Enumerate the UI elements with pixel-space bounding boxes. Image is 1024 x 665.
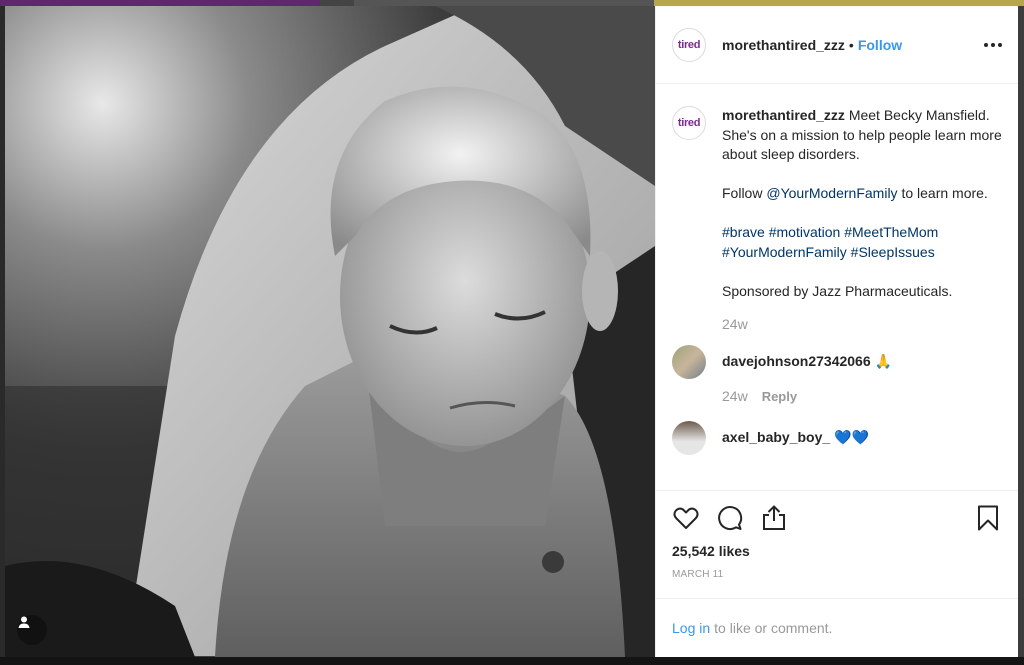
heart-icon[interactable] [672,504,700,532]
comment-meta: 24w Reply [722,387,892,407]
login-text: to like or comment. [714,620,833,637]
caption-avatar[interactable]: tired [672,106,706,141]
caption-follow-suffix: to learn more. [897,185,988,202]
page: tired morethantired_zzz • Follow tired m… [0,0,1024,665]
login-prompt: Log in to like or comment. [656,598,1018,657]
commenter-avatar[interactable] [672,344,706,379]
caption-item: tired morethantired_zzz Meet Becky Mansf… [672,106,1002,335]
hashtag-link[interactable]: #MeetTheMom [844,224,938,240]
post-actions: 25,542 likes MARCH 11 [656,490,1018,580]
comment-text: 💙💙 [834,428,869,445]
hashtag-link[interactable]: #YourModernFamily [722,244,847,260]
mention-link[interactable]: @YourModernFamily [766,185,897,201]
user-tag-icon[interactable] [17,615,47,645]
caption-age[interactable]: 24w [722,315,748,335]
author-avatar[interactable]: tired [672,27,706,62]
header-separator: • [848,36,854,53]
author-username[interactable]: morethantired_zzz [722,37,845,53]
sponsor-text: Sponsored by Jazz Pharmaceuticals. [722,282,953,299]
hashtag-link[interactable]: #motivation [769,224,841,240]
comment-item: davejohnson27342066 🙏 24w Reply [672,344,1002,407]
comments-list[interactable]: tired morethantired_zzz Meet Becky Mansf… [656,84,1018,490]
caption-body: morethantired_zzz Meet Becky Mansfield. … [722,106,1002,335]
hashtag-list: #brave #motivation #MeetTheMom #YourMode… [722,223,1002,262]
like-count[interactable]: 25,542 likes [672,543,1002,559]
post-side-panel: tired morethantired_zzz • Follow tired m… [655,6,1018,657]
background-side [1018,6,1024,657]
hashtag-link[interactable]: #SleepIssues [851,244,935,260]
commenter-username[interactable]: axel_baby_boy_ [722,429,830,445]
comment-item: axel_baby_boy_ 💙💙 [672,420,1002,455]
caption-username[interactable]: morethantired_zzz [722,107,845,123]
commenter-avatar[interactable] [672,420,706,455]
caption-meta: 24w [722,315,1002,335]
logo-text: tired [677,38,701,51]
post-photo[interactable] [5,6,655,657]
photo-image [5,6,655,657]
comment-body: axel_baby_boy_ 💙💙 [722,421,869,455]
post-header: tired morethantired_zzz • Follow [656,6,1018,85]
post-date[interactable]: MARCH 11 [672,569,1002,580]
comment-body: davejohnson27342066 🙏 24w Reply [722,345,892,407]
login-link[interactable]: Log in [672,620,710,636]
comment-age[interactable]: 24w [722,387,748,407]
bookmark-icon[interactable] [974,504,1002,532]
follow-button[interactable]: Follow [858,37,902,53]
post-modal: tired morethantired_zzz • Follow tired m… [5,6,1018,657]
comment-text: 🙏 [874,352,892,369]
caption-follow-prefix: Follow [722,185,767,202]
share-icon[interactable] [760,504,788,532]
caption-logo-text: tired [677,117,701,130]
commenter-username[interactable]: davejohnson27342066 [722,353,871,369]
reply-button[interactable]: Reply [762,387,797,407]
more-options-icon[interactable] [984,37,1002,53]
comment-icon[interactable] [716,504,744,532]
action-bar [672,501,1002,535]
hashtag-link[interactable]: #brave [722,224,765,240]
background-bottom [0,657,1024,665]
